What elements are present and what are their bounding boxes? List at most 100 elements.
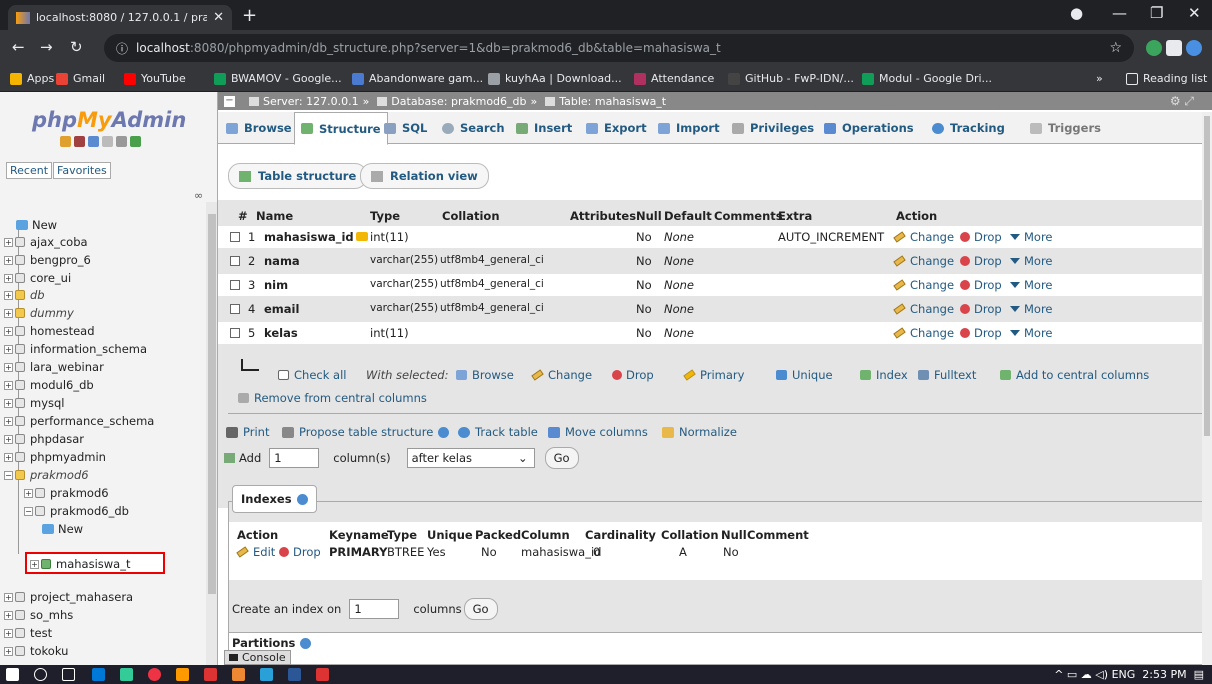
expand-icon[interactable]: + [4, 344, 13, 354]
app-icon[interactable] [232, 668, 245, 681]
bulk-index-button[interactable]: Index [860, 368, 908, 382]
tree-item-db[interactable]: + mysql [4, 394, 65, 412]
expand-icon[interactable]: + [4, 646, 13, 656]
help-icon[interactable] [296, 493, 308, 505]
check-all-checkbox[interactable]: Check all [278, 368, 346, 382]
system-tray[interactable]: ^ ▭ ☁ ◁) ENG 2:53 PM ▤ [1054, 668, 1204, 681]
bookmark-abandonware[interactable]: Abandonware gam... [352, 72, 483, 85]
add-columns-go-button[interactable]: Go [544, 447, 579, 469]
scroll-thumb[interactable] [1204, 116, 1210, 436]
tree-item-db[interactable]: − prakmod6 [4, 466, 89, 484]
tab-tracking[interactable]: Tracking [932, 112, 1005, 144]
tab-triggers[interactable]: Triggers [1030, 112, 1101, 144]
tree-item-db[interactable]: + project_mahasera [4, 588, 133, 606]
back-icon[interactable]: ← [12, 38, 25, 56]
tray-language[interactable]: ENG [1112, 668, 1136, 681]
windows-start-icon[interactable] [6, 668, 19, 681]
index-drop-button[interactable]: Drop [279, 545, 321, 559]
tree-item-db[interactable]: + information_schema [4, 340, 147, 358]
docs-icon[interactable] [102, 136, 113, 147]
main-scrollbar[interactable] [1202, 112, 1212, 665]
more-button[interactable]: More [1010, 254, 1053, 268]
bookmark-youtube[interactable]: YouTube [124, 72, 186, 85]
expand-icon[interactable]: + [4, 255, 13, 265]
logout-icon[interactable] [74, 136, 85, 147]
bulk-change-button[interactable]: Change [531, 368, 592, 382]
expand-icon[interactable]: + [4, 610, 13, 620]
notification-icon[interactable]: ▤ [1194, 668, 1204, 681]
collapse-nav-icon[interactable]: − [224, 95, 235, 107]
reload-nav-icon[interactable] [130, 136, 141, 147]
row-checkbox[interactable] [230, 232, 240, 242]
home-icon[interactable] [60, 136, 71, 147]
forward-icon[interactable]: → [40, 38, 53, 56]
tree-item-db[interactable]: + phpmyadmin [4, 448, 106, 466]
tree-item-db[interactable]: + homestead [4, 322, 95, 340]
puzzle-icon[interactable] [1166, 40, 1182, 56]
app-icon[interactable] [204, 668, 217, 681]
gear-icon[interactable]: ⚙ ⤢ [1170, 94, 1194, 109]
bookmark-attendance[interactable]: Attendance [634, 72, 714, 85]
breadcrumb-table[interactable]: Table: mahasiswa_t [559, 95, 666, 108]
tree-item-table-mahasiswa[interactable]: + mahasiswa_t [30, 555, 130, 573]
tab-search[interactable]: Search [442, 112, 505, 144]
tree-item-new-table[interactable]: New [42, 520, 83, 538]
app-icon[interactable] [120, 668, 133, 681]
close-tab-icon[interactable]: ✕ [213, 10, 224, 25]
drop-button[interactable]: Drop [960, 230, 1002, 244]
create-index-go-button[interactable]: Go [463, 598, 498, 620]
drop-button[interactable]: Drop [960, 254, 1002, 268]
expand-icon[interactable]: + [4, 628, 13, 638]
propose-structure-button[interactable]: Propose table structure [282, 425, 450, 439]
expand-icon[interactable]: + [4, 592, 13, 602]
drop-button[interactable]: Drop [960, 278, 1002, 292]
more-button[interactable]: More [1010, 230, 1053, 244]
chrome-icon[interactable] [148, 668, 161, 681]
bookmark-kuyhaa[interactable]: kuyhAa | Download... [488, 72, 622, 85]
tab-sql[interactable]: SQL [384, 112, 427, 144]
move-columns-button[interactable]: Move columns [548, 425, 648, 439]
tree-item-new[interactable]: New [16, 216, 57, 234]
change-button[interactable]: Change [893, 278, 954, 292]
tab-import[interactable]: Import [658, 112, 720, 144]
change-button[interactable]: Change [893, 302, 954, 316]
change-button[interactable]: Change [893, 326, 954, 340]
expand-icon[interactable]: + [4, 273, 13, 283]
bulk-drop-button[interactable]: Drop [612, 368, 654, 382]
row-checkbox[interactable] [230, 304, 240, 314]
bookmark-github[interactable]: GitHub - FwP-IDN/... [728, 72, 854, 85]
bookmark-apps[interactable]: Apps [10, 72, 54, 85]
expand-icon[interactable]: + [4, 452, 13, 462]
change-button[interactable]: Change [893, 254, 954, 268]
task-view-icon[interactable] [62, 668, 75, 681]
phpmyadmin-logo[interactable]: phpMyAdmin [32, 108, 186, 132]
expand-icon[interactable]: + [4, 290, 13, 300]
tree-item-db[interactable]: + phpdasar [4, 430, 84, 448]
tree-item-db[interactable]: + so_mhs [4, 606, 73, 624]
index-edit-button[interactable]: Edit [236, 545, 275, 559]
help-icon[interactable] [300, 637, 312, 649]
restore-icon[interactable]: ❐ [1150, 4, 1163, 22]
more-bookmarks-icon[interactable]: » [1096, 72, 1103, 85]
tab-insert[interactable]: Insert [516, 112, 572, 144]
favorites-tab[interactable]: Favorites [53, 162, 111, 179]
more-button[interactable]: More [1010, 302, 1053, 316]
word-icon[interactable] [288, 668, 301, 681]
bulk-fulltext-button[interactable]: Fulltext [918, 368, 976, 382]
tab-export[interactable]: Export [586, 112, 647, 144]
bulk-primary-button[interactable]: Primary [683, 368, 744, 382]
address-bar[interactable]: ⓘ localhost :8080/phpmyadmin/db_structur… [104, 34, 1134, 62]
reload-icon[interactable]: ↻ [70, 38, 83, 56]
telegram-icon[interactable] [260, 668, 273, 681]
tree-item-db[interactable]: + test [4, 624, 52, 642]
link-with-main-icon[interactable]: ∞ [194, 189, 203, 202]
table-structure-tab[interactable]: Table structure [228, 163, 368, 189]
add-position-select[interactable]: after kelas ⌄ [406, 448, 535, 468]
browser-tab[interactable]: localhost:8080 / 127.0.0.1 / prakr ✕ [8, 5, 232, 30]
expand-icon[interactable]: + [4, 380, 13, 390]
expand-icon[interactable]: + [4, 398, 13, 408]
recent-tab[interactable]: Recent [6, 162, 53, 179]
expand-icon[interactable]: + [4, 308, 13, 318]
bulk-browse-button[interactable]: Browse [456, 368, 514, 382]
new-tab-icon[interactable]: + [242, 5, 257, 26]
